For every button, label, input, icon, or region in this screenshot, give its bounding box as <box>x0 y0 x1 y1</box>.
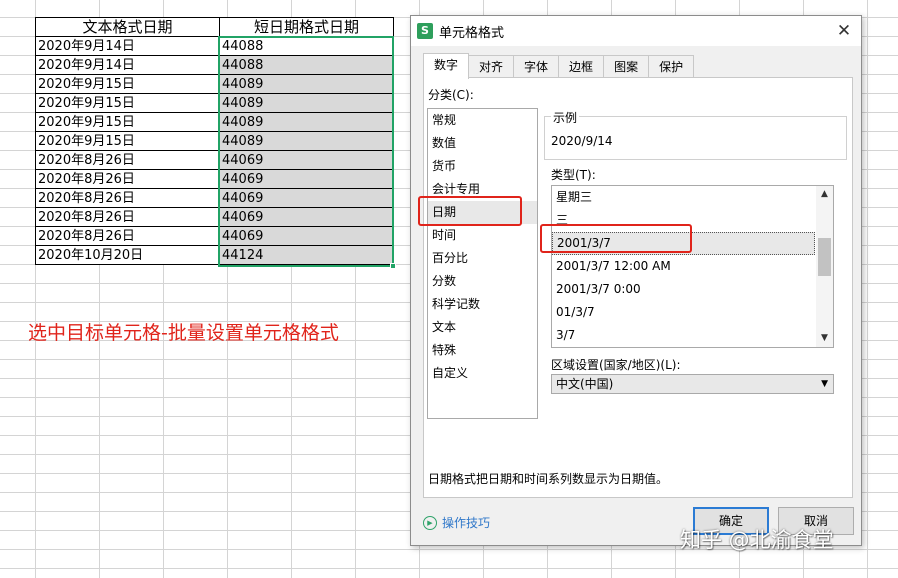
text-date-cell[interactable]: 2020年9月15日 <box>35 112 220 132</box>
locale-label: 区域设置(国家/地区)(L): <box>551 358 681 372</box>
scroll-thumb[interactable] <box>818 238 831 276</box>
short-date-cell[interactable]: 44089 <box>219 74 394 94</box>
category-list[interactable]: 常规 数值 货币 会计专用 日期 时间 百分比 分数 科学记数 文本 特殊 自定义 <box>427 108 538 419</box>
table-row: 2020年9月15日 44089 <box>35 74 394 94</box>
text-date-cell[interactable]: 2020年8月26日 <box>35 188 220 208</box>
scroll-down-icon[interactable]: ▼ <box>816 330 833 347</box>
scroll-up-icon[interactable]: ▲ <box>816 186 833 203</box>
locale-value: 中文(中国) <box>556 377 614 391</box>
type-item[interactable]: 3/7 <box>552 324 815 347</box>
table-row: 2020年8月26日 44069 <box>35 207 394 227</box>
category-item[interactable]: 时间 <box>428 224 537 247</box>
header-cell-short-date[interactable]: 短日期格式日期 <box>219 17 394 37</box>
tab-pattern[interactable]: 图案 <box>603 55 650 78</box>
text-date-cell[interactable]: 2020年8月26日 <box>35 207 220 227</box>
text-date-cell[interactable]: 2020年9月14日 <box>35 36 220 56</box>
category-label: 分类(C): <box>428 88 474 102</box>
text-date-cell[interactable]: 2020年9月15日 <box>35 131 220 151</box>
format-description: 日期格式把日期和时间系列数显示为日期值。 <box>428 472 669 486</box>
type-item[interactable]: 三 <box>552 209 815 232</box>
dialog-titlebar[interactable]: S 单元格格式 ✕ <box>411 16 861 46</box>
short-date-cell[interactable]: 44069 <box>219 150 394 170</box>
table-row: 2020年8月26日 44069 <box>35 169 394 189</box>
category-item[interactable]: 数值 <box>428 132 537 155</box>
category-item[interactable]: 日期 <box>428 201 537 224</box>
short-date-cell[interactable]: 44069 <box>219 188 394 208</box>
category-item[interactable]: 特殊 <box>428 339 537 362</box>
text-date-cell[interactable]: 2020年8月26日 <box>35 169 220 189</box>
type-item[interactable]: 2001/3/7 12:00 AM <box>552 255 815 278</box>
type-item[interactable]: 2001/3/7 0:00 <box>552 278 815 301</box>
short-date-cell[interactable]: 44069 <box>219 207 394 227</box>
locale-select[interactable]: 中文(中国) ▼ <box>551 374 834 394</box>
table-row: 2020年8月26日 44069 <box>35 188 394 208</box>
table-row: 2020年10月20日 44124 <box>35 245 394 265</box>
category-item[interactable]: 科学记数 <box>428 293 537 316</box>
short-date-cell[interactable]: 44089 <box>219 112 394 132</box>
tips-label: 操作技巧 <box>442 516 491 530</box>
type-item[interactable]: 星期三 <box>552 186 815 209</box>
category-item[interactable]: 分数 <box>428 270 537 293</box>
text-date-cell[interactable]: 2020年8月26日 <box>35 150 220 170</box>
wps-app-icon: S <box>417 23 433 39</box>
format-cells-dialog: S 单元格格式 ✕ 数字 对齐 字体 边框 图案 保护 分类(C): 常规 数值货… <box>410 15 862 546</box>
sample-box: 示例 2020/9/14 <box>544 109 847 160</box>
category-item[interactable]: 货币 <box>428 155 537 178</box>
header-cell-text-date[interactable]: 文本格式日期 <box>35 17 220 37</box>
short-date-cell[interactable]: 44069 <box>219 169 394 189</box>
tab-number[interactable]: 数字 <box>423 53 470 79</box>
tab-alignment[interactable]: 对齐 <box>468 55 515 78</box>
short-date-cell[interactable]: 44089 <box>219 131 394 151</box>
category-item[interactable]: 常规 <box>428 109 537 132</box>
close-icon[interactable]: ✕ <box>835 22 853 40</box>
type-list-scrollbar[interactable]: ▲ ▼ <box>816 186 833 347</box>
text-date-cell[interactable]: 2020年9月15日 <box>35 74 220 94</box>
text-date-cell[interactable]: 2020年10月20日 <box>35 245 220 265</box>
sample-label: 示例 <box>551 109 580 126</box>
play-icon: ▶ <box>423 515 437 530</box>
tab-border[interactable]: 边框 <box>558 55 605 78</box>
table-row: 2020年9月14日 44088 <box>35 36 394 56</box>
watermark-text: 知乎 @北渝食堂 <box>680 528 834 552</box>
type-list[interactable]: 星期三三 2001/3/7 2001/3/7 12:00 AM 2001/3/7 0:… <box>551 185 834 348</box>
tab-font[interactable]: 字体 <box>513 55 560 78</box>
text-date-cell[interactable]: 2020年8月26日 <box>35 226 220 246</box>
type-items: 星期三三 2001/3/7 2001/3/7 12:00 AM 2001/3/7 0:… <box>552 186 833 347</box>
short-date-cell[interactable]: 44124 <box>219 245 394 265</box>
short-date-cell[interactable]: 44069 <box>219 226 394 246</box>
short-date-cell[interactable]: 44088 <box>219 55 394 75</box>
number-tab-panel: 分类(C): 常规 数值 货币 会计专用 日期 时间 百分比 分数 科学记数 文本 特殊 自定义 示例… <box>423 77 853 498</box>
text-date-cell[interactable]: 2020年9月14日 <box>35 55 220 75</box>
category-item[interactable]: 自定义 <box>428 362 537 385</box>
category-item[interactable]: 百分比 <box>428 247 537 270</box>
category-item[interactable]: 文本 <box>428 316 537 339</box>
tips-link[interactable]: ▶ 操作技巧 <box>423 514 490 531</box>
tab-bar: 数字 对齐 字体 边框 图案 保护 <box>423 53 695 79</box>
data-table: 文本格式日期 短日期格式日期 2020年9月14日 44088 2020年9月14日… <box>35 17 394 265</box>
dialog-title: 单元格格式 <box>439 25 505 41</box>
type-item[interactable]: 01/3/7 <box>552 301 815 324</box>
fill-handle[interactable] <box>390 263 396 269</box>
short-date-cell[interactable]: 44088 <box>219 36 394 56</box>
table-row: 2020年9月15日 44089 <box>35 131 394 151</box>
header-row: 文本格式日期 短日期格式日期 <box>35 17 394 37</box>
short-date-cell[interactable]: 44089 <box>219 93 394 113</box>
table-row: 2020年9月15日 44089 <box>35 93 394 113</box>
instruction-annotation: 选中目标单元格-批量设置单元格格式 <box>28 322 339 344</box>
type-label: 类型(T): <box>551 168 596 182</box>
table-row: 2020年9月15日 44089 <box>35 112 394 132</box>
dropdown-arrow-icon: ▼ <box>821 379 828 389</box>
type-item[interactable]: 2001/3/7 <box>552 232 815 255</box>
table-row: 2020年8月26日 44069 <box>35 150 394 170</box>
table-row: 2020年9月14日 44088 <box>35 55 394 75</box>
tab-protection[interactable]: 保护 <box>648 55 695 78</box>
text-date-cell[interactable]: 2020年9月15日 <box>35 93 220 113</box>
table-row: 2020年8月26日 44069 <box>35 226 394 246</box>
category-item[interactable]: 会计专用 <box>428 178 537 201</box>
sample-value: 2020/9/14 <box>551 134 613 148</box>
